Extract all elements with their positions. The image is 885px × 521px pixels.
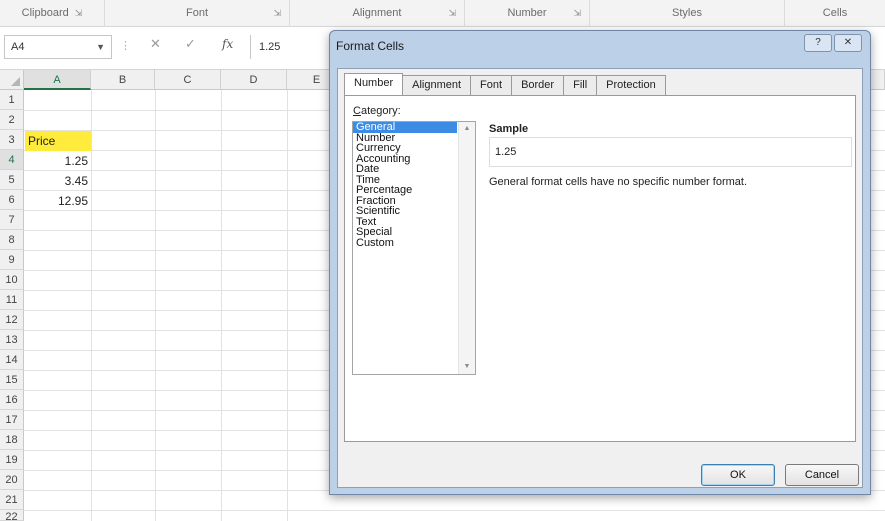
dialog-launcher-icon[interactable]: ⇲ [75,8,83,18]
row-header[interactable]: 12 [0,310,24,330]
number-tab-page: Category: General Number Currency Accoun… [344,95,856,442]
row-header[interactable]: 10 [0,270,24,290]
help-icon[interactable]: ? [804,34,832,52]
dialog-title: Format Cells [336,39,405,53]
tab-font[interactable]: Font [470,75,513,95]
row-header[interactable]: 16 [0,390,24,410]
cancel-entry-icon[interactable]: ✕ [150,36,161,52]
sample-label: Sample [489,123,529,135]
ribbon-group-label: Font [185,7,208,19]
row-header[interactable]: 8 [0,230,24,250]
ribbon-group-label: Alignment [352,7,402,19]
ribbon-group-alignment: Alignment ⇲ [290,0,465,27]
dialog-launcher-icon[interactable]: ⇲ [273,0,281,26]
gridline [221,90,222,521]
ribbon-group-styles: Styles [590,0,785,27]
ribbon-group-number: Number ⇲ [465,0,590,27]
cell-a5[interactable]: 3.45 [25,171,91,191]
row-header[interactable]: 11 [0,290,24,310]
category-date[interactable]: Date [353,164,457,175]
cell-a6[interactable]: 12.95 [25,191,91,211]
name-box[interactable]: A4 ▼ [4,35,112,59]
row-header[interactable]: 5 [0,170,24,190]
row-header[interactable]: 4 [0,150,24,170]
row-header[interactable]: 20 [0,470,24,490]
gridline [91,90,92,521]
category-label-text: ategory: [360,105,401,117]
ribbon-group-label: Cells [822,7,848,19]
category-scrollbar[interactable]: ▲ ▼ [458,122,475,374]
tab-border[interactable]: Border [511,75,565,95]
row-header[interactable]: 19 [0,450,24,470]
ribbon-group-label: Number [507,7,547,19]
tab-alignment[interactable]: Alignment [402,75,472,95]
tab-protection[interactable]: Protection [596,75,666,95]
row-header[interactable]: 7 [0,210,24,230]
close-icon[interactable]: ✕ [834,34,862,52]
row-header[interactable]: 3 [0,130,24,150]
column-header-d[interactable]: D [221,70,287,90]
cell-a3[interactable]: Price [25,131,91,151]
column-header-c[interactable]: C [155,70,221,90]
gridline [24,510,885,511]
category-general[interactable]: General [353,122,457,133]
row-header[interactable]: 9 [0,250,24,270]
tab-fill[interactable]: Fill [563,75,598,95]
cell-a4[interactable]: 1.25 [25,151,91,171]
select-all-corner[interactable] [0,70,24,90]
row-header[interactable]: 18 [0,430,24,450]
row-header[interactable]: 21 [0,490,24,510]
row-header[interactable]: 1 [0,90,24,110]
cancel-button[interactable]: Cancel [785,464,859,486]
enter-entry-icon[interactable]: ✓ [185,36,196,52]
scroll-up-icon[interactable]: ▲ [459,122,475,136]
tab-number[interactable]: Number [344,73,404,96]
row-header[interactable]: 14 [0,350,24,370]
row-header[interactable]: 13 [0,330,24,350]
row-header[interactable]: 22 [0,510,24,521]
formula-bar-grip-icon: ⋮ [120,40,131,52]
ribbon-group-font: Font ⇲ [105,0,290,27]
row-header[interactable]: 15 [0,370,24,390]
scroll-down-icon[interactable]: ▼ [459,360,475,374]
category-percentage[interactable]: Percentage [353,185,457,196]
dialog-launcher-icon[interactable]: ⇲ [573,0,581,26]
name-box-value: A4 [11,41,25,53]
sample-preview: 1.25 [489,137,852,167]
category-custom[interactable]: Custom [353,237,457,249]
format-cells-dialog: Format Cells ? ✕ Number Alignment Font B… [329,30,871,495]
category-list[interactable]: General Number Currency Accounting Date … [352,121,476,375]
ribbon-group-labels: Clipboard ⇲ Font ⇲ Alignment ⇲ Number ⇲ Styl… [0,0,885,27]
format-description: General format cells have no specific nu… [489,176,748,188]
gridline [287,90,288,521]
ok-button[interactable]: OK [701,464,775,486]
gridline [155,90,156,521]
chevron-down-icon[interactable]: ▼ [96,36,105,58]
column-header-a[interactable]: A [24,70,91,90]
insert-function-icon[interactable]: fx [222,37,233,51]
dialog-launcher-icon[interactable]: ⇲ [448,0,456,26]
category-label-accelerator: C [353,105,361,117]
row-header[interactable]: 6 [0,190,24,210]
category-label: Category: [353,105,401,117]
column-header-b[interactable]: B [91,70,155,90]
ribbon-group-cells: Cells [785,0,885,27]
category-currency[interactable]: Currency [353,143,457,154]
row-header[interactable]: 2 [0,110,24,130]
category-scientific[interactable]: Scientific [353,206,457,217]
category-special[interactable]: Special [353,227,457,238]
dialog-body: Number Alignment Font Border Fill Protec… [337,68,863,488]
row-header[interactable]: 17 [0,410,24,430]
ribbon-group-clipboard: Clipboard ⇲ [0,0,105,27]
ribbon-group-label: Styles [672,7,702,19]
ribbon-group-label: Clipboard [21,7,69,19]
dialog-tabs: Number Alignment Font Border Fill Protec… [344,73,666,96]
